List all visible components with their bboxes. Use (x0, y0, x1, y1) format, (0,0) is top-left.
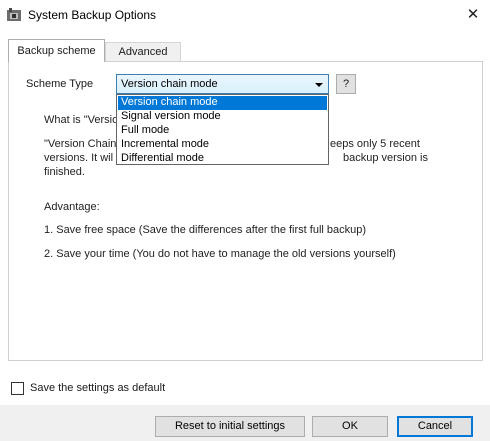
tab-strip: Backup scheme Advanced (0, 39, 490, 62)
description-line-3: finished. (44, 166, 85, 178)
reset-button[interactable]: Reset to initial settings (155, 416, 305, 437)
description-line-1-right: eeps only 5 recent (330, 138, 420, 150)
scheme-type-dropdown-list: Version chain mode Signal version mode F… (116, 94, 329, 165)
what-is-heading: What is "Versio (44, 114, 119, 126)
dropdown-option-version-chain[interactable]: Version chain mode (118, 96, 327, 110)
dropdown-option-differential[interactable]: Differential mode (118, 152, 327, 166)
tab-backup-scheme[interactable]: Backup scheme (8, 39, 105, 62)
title-bar: System Backup Options ✕ (0, 0, 490, 30)
tab-advanced[interactable]: Advanced (105, 42, 181, 61)
save-default-checkbox[interactable] (11, 382, 24, 395)
close-button[interactable]: ✕ (456, 0, 490, 30)
save-default-label[interactable]: Save the settings as default (30, 382, 165, 394)
scheme-type-selected-value: Version chain mode (121, 78, 218, 90)
advantage-point-1: 1. Save free space (Save the differences… (44, 224, 367, 236)
scheme-type-label: Scheme Type (26, 78, 94, 90)
chevron-down-icon (315, 83, 323, 87)
advantage-heading: Advantage: (44, 201, 100, 213)
ok-button[interactable]: OK (312, 416, 388, 437)
description-line-1-left: "Version Chain (44, 138, 117, 150)
description-line-2-right: backup version is (343, 152, 428, 164)
dropdown-option-signal-version[interactable]: Signal version mode (118, 110, 327, 124)
advantage-point-2: 2. Save your time (You do not have to ma… (44, 248, 396, 260)
cancel-button[interactable]: Cancel (397, 416, 473, 437)
description-line-2-left: versions. It wil (44, 152, 114, 164)
dropdown-option-full[interactable]: Full mode (118, 124, 327, 138)
window-title: System Backup Options (28, 8, 157, 22)
scheme-type-select[interactable]: Version chain mode (116, 74, 329, 94)
help-button[interactable]: ? (336, 74, 356, 94)
dropdown-option-incremental[interactable]: Incremental mode (118, 138, 327, 152)
backup-app-icon (7, 8, 21, 21)
